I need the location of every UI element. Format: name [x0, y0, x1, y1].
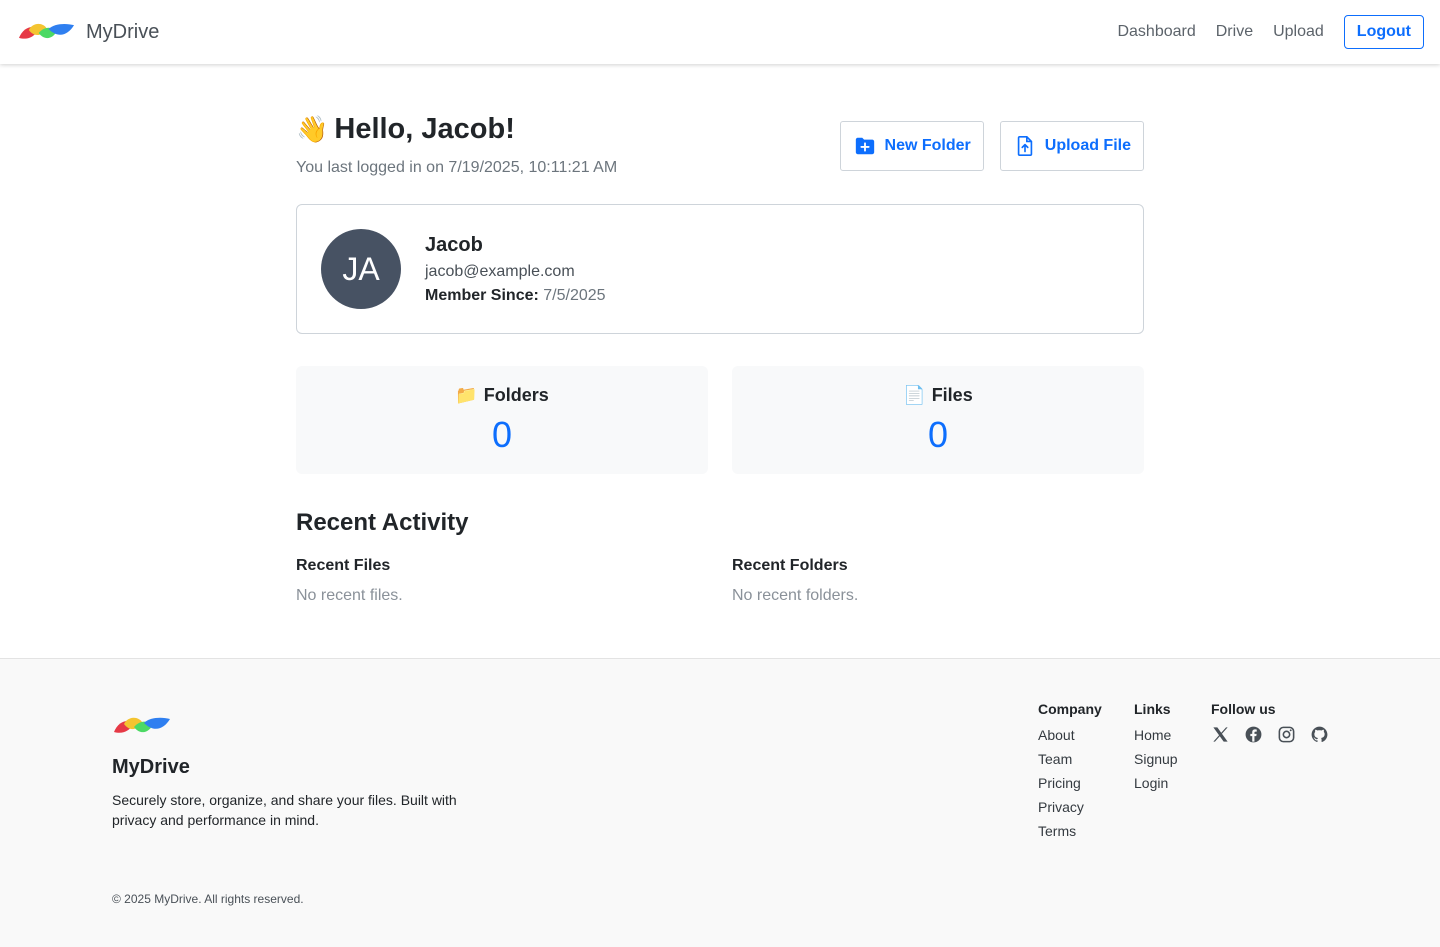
- waving-hand-icon: 👋: [296, 114, 329, 144]
- recent-folders-empty: No recent folders.: [732, 587, 859, 604]
- folders-stat-card: 📁 Folders 0: [296, 366, 708, 474]
- file-icon: 📄: [903, 385, 926, 405]
- folders-stat-label: Folders: [483, 385, 549, 405]
- footer-link-about[interactable]: About: [1038, 723, 1102, 747]
- new-folder-label: New Folder: [884, 137, 971, 154]
- nav-link-dashboard[interactable]: Dashboard: [1117, 23, 1195, 41]
- avatar: JA: [321, 229, 401, 309]
- nav-link-upload[interactable]: Upload: [1273, 23, 1324, 41]
- folder-plus-icon: [855, 137, 874, 155]
- nav-links: Dashboard Drive Upload Logout: [1097, 15, 1424, 49]
- logout-button[interactable]: Logout: [1343, 15, 1424, 49]
- recent-activity-heading: Recent Activity: [296, 509, 469, 536]
- footer-follow-heading: Follow us: [1211, 701, 1276, 717]
- navbar: MyDrive Dashboard Drive Upload Logout: [0, 0, 1440, 64]
- upload-file-label: Upload File: [1044, 137, 1131, 154]
- social-links: [1211, 725, 1329, 744]
- footer-brand-name: MyDrive: [112, 756, 190, 778]
- recent-files-empty: No recent files.: [296, 587, 403, 604]
- recent-folders-section: Recent Folders No recent folders.: [732, 557, 858, 605]
- files-stat-title: 📄 Files: [732, 385, 1144, 406]
- copyright-text: © 2025 MyDrive. All rights reserved.: [112, 892, 304, 906]
- footer-links-heading: Links: [1134, 701, 1171, 717]
- footer-link-terms[interactable]: Terms: [1038, 819, 1102, 843]
- footer-company-column: Company About Team Pricing Privacy Terms: [1038, 701, 1102, 843]
- footer-link-home[interactable]: Home: [1134, 723, 1178, 747]
- recent-folders-heading: Recent Folders: [732, 557, 848, 574]
- brand-link[interactable]: MyDrive: [17, 20, 159, 44]
- folders-count: 0: [491, 414, 513, 455]
- recent-files-section: Recent Files No recent files.: [296, 557, 403, 605]
- footer-links-column: Links Home Signup Login: [1134, 701, 1178, 795]
- greeting-header: 👋 Hello, Jacob! You last logged in on 7/…: [296, 64, 1144, 204]
- footer-follow-column: Follow us: [1211, 701, 1329, 744]
- member-since: Member Since: 7/5/2025: [425, 287, 606, 305]
- profile-email: jacob@example.com: [425, 263, 575, 280]
- dashboard-main: 👋 Hello, Jacob! You last logged in on 7/…: [296, 64, 1144, 604]
- profile-card: JA Jacob jacob@example.com Member Since:…: [296, 204, 1144, 334]
- facebook-icon[interactable]: [1244, 725, 1263, 744]
- profile-name: Jacob: [425, 234, 483, 256]
- files-stat-card: 📄 Files 0: [732, 366, 1144, 474]
- brand-name: MyDrive: [86, 20, 160, 43]
- footer-link-privacy[interactable]: Privacy: [1038, 795, 1102, 819]
- footer-link-signup[interactable]: Signup: [1134, 747, 1178, 771]
- footer-description: Securely store, organize, and share your…: [112, 792, 457, 828]
- file-upload-icon: [1017, 136, 1033, 156]
- instagram-icon[interactable]: [1277, 725, 1296, 744]
- action-buttons: New Folder Upload File: [839, 121, 1144, 171]
- member-since-date: 7/5/2025: [543, 287, 606, 304]
- footer: MyDrive Securely store, organize, and sh…: [0, 658, 1440, 947]
- mydrive-logo-icon: [114, 717, 170, 733]
- files-stat-label: Files: [931, 385, 973, 405]
- new-folder-button[interactable]: New Folder: [839, 121, 984, 171]
- mydrive-logo-icon: [18, 23, 75, 39]
- folders-stat-title: 📁 Folders: [296, 385, 708, 406]
- upload-file-button[interactable]: Upload File: [999, 121, 1144, 171]
- page-title: 👋 Hello, Jacob!: [296, 113, 515, 146]
- files-count: 0: [927, 414, 949, 455]
- footer-company-heading: Company: [1038, 701, 1102, 717]
- nav-link-drive[interactable]: Drive: [1216, 23, 1253, 41]
- footer-link-login[interactable]: Login: [1134, 771, 1178, 795]
- last-login-text: You last logged in on 7/19/2025, 10:11:2…: [296, 159, 618, 176]
- footer-link-team[interactable]: Team: [1038, 747, 1102, 771]
- folder-icon: 📁: [455, 385, 478, 405]
- recent-files-heading: Recent Files: [296, 557, 391, 574]
- x-icon[interactable]: [1211, 725, 1230, 744]
- member-since-label: Member Since:: [425, 287, 539, 304]
- greeting-text: Hello, Jacob!: [334, 113, 515, 145]
- github-icon[interactable]: [1310, 725, 1329, 744]
- footer-link-pricing[interactable]: Pricing: [1038, 771, 1102, 795]
